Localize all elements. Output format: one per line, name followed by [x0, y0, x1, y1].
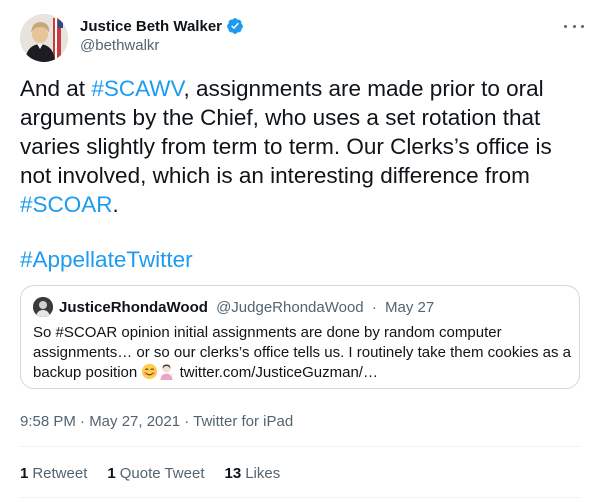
- hashtag-scawv[interactable]: #SCAWV: [91, 76, 183, 101]
- likes-count: 13: [224, 465, 242, 482]
- quoted-date: May 27: [384, 299, 435, 316]
- quote-tweets-stat[interactable]: 1 Quote Tweet: [107, 465, 204, 482]
- author-name-row: Justice Beth Walker: [80, 17, 244, 35]
- judge-portrait-icon: [20, 14, 68, 62]
- quoted-author-avatar: [33, 297, 53, 317]
- quoted-text: So #SCOAR opinion initial assignments ar…: [33, 323, 573, 386]
- divider: [20, 446, 580, 447]
- quote-tweets-count: 1: [107, 465, 116, 482]
- retweets-count: 1: [20, 465, 29, 482]
- text-segment: .: [112, 192, 119, 217]
- quoted-author-handle: @JudgeRhondaWood: [216, 299, 364, 316]
- portrait-icon: [33, 297, 53, 317]
- verified-badge-icon: [227, 18, 243, 34]
- quoted-header: JusticeRhondaWood @JudgeRhondaWood · May…: [59, 299, 434, 316]
- quoted-author-name: JusticeRhondaWood: [59, 299, 208, 316]
- likes-stat[interactable]: 13 Likes: [225, 465, 281, 482]
- quoted-link: twitter.com/JusticeGuzman/…: [179, 364, 378, 381]
- quoted-tweet[interactable]: JusticeRhondaWood @JudgeRhondaWood · May…: [20, 285, 580, 389]
- smiling-face-emoji-icon: [141, 363, 158, 386]
- text-segment: And at: [20, 76, 92, 101]
- more-options-icon[interactable]: [564, 20, 584, 32]
- hashtag-appellatetwitter[interactable]: #AppellateTwitter: [20, 245, 193, 274]
- author-handle[interactable]: @bethwalkr: [80, 37, 159, 54]
- tweet-timestamp[interactable]: 9:58 PM · May 27, 2021 · Twitter for iPa…: [20, 413, 293, 430]
- retweets-label: Retweet: [32, 465, 88, 482]
- tweet-card: Justice Beth Walker @bethwalkr And at #S…: [0, 0, 598, 501]
- likes-label: Likes: [245, 465, 281, 482]
- quoted-separator: ·: [371, 299, 377, 316]
- engagement-stats: 1 Retweet 1 Quote Tweet 13 Likes: [20, 465, 280, 482]
- dot-icon: [564, 24, 567, 28]
- divider: [20, 497, 580, 498]
- woman-tipping-hand-emoji-icon: [158, 363, 175, 386]
- quote-tweets-label: Quote Tweet: [119, 465, 205, 482]
- author-avatar[interactable]: [20, 14, 68, 62]
- dot-icon: [572, 24, 576, 28]
- retweets-stat[interactable]: 1 Retweet: [20, 465, 87, 482]
- author-display-name[interactable]: Justice Beth Walker: [80, 18, 222, 35]
- tweet-text: And at #SCAWV, assignments are made prio…: [20, 74, 580, 219]
- hashtag-scoar[interactable]: #SCOAR: [20, 192, 113, 217]
- dot-icon: [581, 24, 584, 28]
